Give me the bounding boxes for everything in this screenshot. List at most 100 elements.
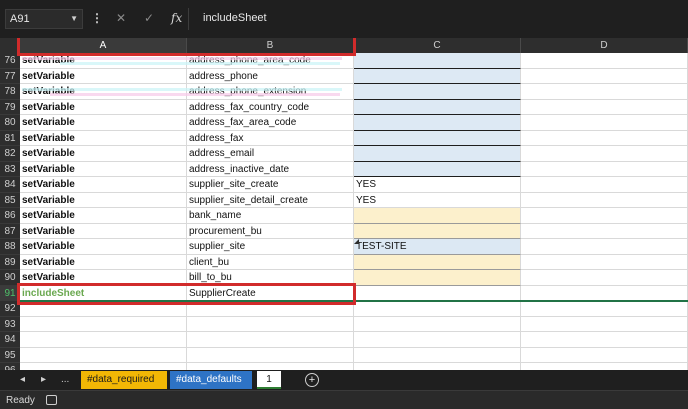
row-header[interactable]: 81 — [0, 130, 20, 146]
cell-b[interactable]: supplier_site — [187, 239, 354, 255]
cell-c[interactable] — [354, 161, 521, 177]
cell-a[interactable]: setVariable — [20, 130, 187, 146]
cell-a[interactable]: setVariable — [20, 99, 187, 115]
row-header[interactable]: 87 — [0, 223, 20, 239]
cell-b[interactable]: client_bu — [187, 254, 354, 270]
cell-c[interactable]: YES — [354, 192, 521, 208]
cell-b[interactable] — [187, 347, 354, 363]
spreadsheet-grid[interactable]: A B C D 76 setVariable address_phone_area_… — [0, 38, 688, 370]
cell-d[interactable] — [521, 285, 688, 301]
cell-a[interactable]: setVariable — [20, 161, 187, 177]
cell-d[interactable] — [521, 99, 688, 115]
cell-c[interactable] — [354, 332, 521, 348]
column-header-a[interactable]: A — [20, 38, 187, 53]
row-header[interactable]: 82 — [0, 146, 20, 162]
cell-b[interactable]: procurement_bu — [187, 223, 354, 239]
cell-a[interactable] — [20, 347, 187, 363]
cell-a[interactable] — [20, 316, 187, 332]
row-header[interactable]: 83 — [0, 161, 20, 177]
more-options-icon[interactable]: ⋮ — [91, 10, 103, 26]
cell-d[interactable] — [521, 254, 688, 270]
row-header[interactable]: 94 — [0, 332, 20, 348]
row-header[interactable]: 91 — [0, 285, 20, 301]
cell-a[interactable] — [20, 363, 187, 370]
cell-b[interactable] — [187, 316, 354, 332]
cell-c[interactable] — [354, 130, 521, 146]
cell-c[interactable] — [354, 68, 521, 84]
row-header[interactable]: 77 — [0, 68, 20, 84]
cell-d[interactable] — [521, 316, 688, 332]
row-header[interactable]: 76 — [0, 53, 20, 69]
cell-c[interactable]: TEST-SITE — [354, 239, 521, 255]
cell-c[interactable] — [354, 53, 521, 69]
cell-b[interactable]: address_fax — [187, 130, 354, 146]
cell-c[interactable] — [354, 270, 521, 286]
cell-c[interactable] — [354, 347, 521, 363]
row-header[interactable]: 90 — [0, 270, 20, 286]
cell-d[interactable] — [521, 239, 688, 255]
row-header[interactable]: 84 — [0, 177, 20, 193]
row-header[interactable]: 80 — [0, 115, 20, 131]
cell-d[interactable] — [521, 146, 688, 162]
cell-d[interactable] — [521, 161, 688, 177]
row-header[interactable]: 96 — [0, 363, 20, 370]
cell-d[interactable] — [521, 53, 688, 69]
row-header[interactable]: 85 — [0, 192, 20, 208]
more-sheets-button[interactable]: ... — [61, 370, 69, 390]
cell-a[interactable]: setVariable — [20, 115, 187, 131]
add-sheet-icon[interactable]: + — [305, 373, 319, 387]
cell-c[interactable] — [354, 316, 521, 332]
cell-b[interactable]: bill_to_bu — [187, 270, 354, 286]
cell-a[interactable] — [20, 332, 187, 348]
cell-b[interactable]: supplier_site_create — [187, 177, 354, 193]
insert-function-icon[interactable]: fx — [171, 10, 182, 26]
cell-a[interactable]: setVariable — [20, 223, 187, 239]
enter-check-icon[interactable]: ✓ — [144, 10, 154, 26]
cell-d[interactable] — [521, 208, 688, 224]
cell-d[interactable] — [521, 270, 688, 286]
cell-c[interactable] — [354, 285, 521, 301]
cell-b[interactable]: address_phone_area_code — [187, 53, 354, 69]
chevron-down-icon[interactable]: ▼ — [70, 10, 78, 28]
row-header[interactable]: 92 — [0, 301, 20, 317]
cell-a[interactable]: setVariable — [20, 208, 187, 224]
cell-c[interactable] — [354, 146, 521, 162]
cell-c[interactable] — [354, 84, 521, 100]
cell-a[interactable]: setVariable — [20, 53, 187, 69]
tab-data-required[interactable]: #data_required — [81, 371, 167, 389]
cell-a[interactable]: setVariable — [20, 84, 187, 100]
cell-c[interactable] — [354, 208, 521, 224]
cell-b[interactable]: address_phone — [187, 68, 354, 84]
name-box[interactable]: A91 ▼ — [5, 9, 83, 29]
accessibility-icon[interactable] — [46, 395, 57, 405]
cell-d[interactable] — [521, 68, 688, 84]
column-header-b[interactable]: B — [187, 38, 354, 53]
cell-d[interactable] — [521, 115, 688, 131]
cell-c[interactable] — [354, 363, 521, 370]
cell-d[interactable] — [521, 192, 688, 208]
select-all-corner[interactable] — [0, 38, 20, 53]
cell-d[interactable] — [521, 84, 688, 100]
cell-d[interactable] — [521, 130, 688, 146]
formula-input[interactable]: includeSheet — [203, 10, 267, 26]
tab-sheet-1[interactable]: 1 — [257, 371, 281, 389]
cell-d[interactable] — [521, 363, 688, 370]
cell-b[interactable] — [187, 332, 354, 348]
column-header-d[interactable]: D — [521, 38, 688, 53]
cell-a[interactable]: setVariable — [20, 254, 187, 270]
cell-a[interactable]: setVariable — [20, 68, 187, 84]
row-header[interactable]: 78 — [0, 84, 20, 100]
column-header-c[interactable]: C — [354, 38, 521, 53]
row-header[interactable]: 86 — [0, 208, 20, 224]
cell-b[interactable]: address_fax_area_code — [187, 115, 354, 131]
cell-b[interactable]: address_fax_country_code — [187, 99, 354, 115]
cell-c[interactable] — [354, 254, 521, 270]
cell-c[interactable] — [354, 223, 521, 239]
row-header[interactable]: 88 — [0, 239, 20, 255]
cell-a[interactable]: setVariable — [20, 192, 187, 208]
cell-b[interactable]: bank_name — [187, 208, 354, 224]
cell-a[interactable] — [20, 301, 187, 317]
row-header[interactable]: 95 — [0, 347, 20, 363]
row-header[interactable]: 79 — [0, 99, 20, 115]
cell-c[interactable] — [354, 115, 521, 131]
